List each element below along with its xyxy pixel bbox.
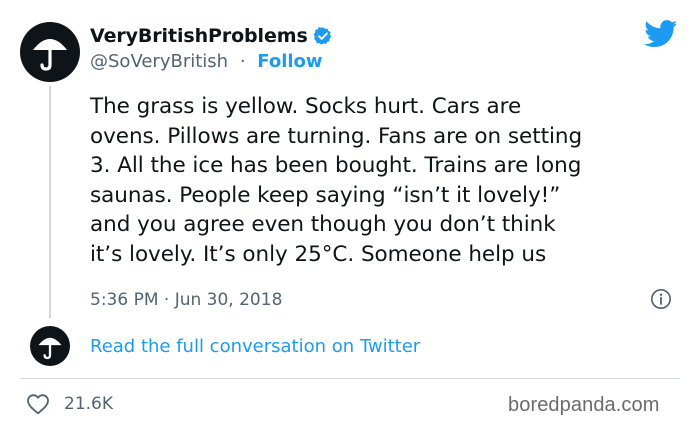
info-icon[interactable] <box>650 288 672 310</box>
thread-connector-line <box>49 86 51 318</box>
author-avatar[interactable] <box>20 22 80 82</box>
divider <box>20 378 680 379</box>
tweet-text-line: ovens. Pillows are turning. Fans are on … <box>90 123 583 149</box>
watermark: boredpanda.com <box>508 394 660 416</box>
conversation-avatar[interactable] <box>30 326 70 366</box>
verified-badge-icon <box>313 27 331 45</box>
follow-button[interactable]: Follow <box>257 51 322 72</box>
tweet-text-line: 3. All the ice has been bought. Trains a… <box>90 153 582 178</box>
tweet-text-line: The grass is yellow. Socks hurt. Cars ar… <box>90 94 522 119</box>
handle-separator: · <box>239 51 246 72</box>
tweet-text-line: saunas. People keep saying “isn’t it lov… <box>90 182 561 208</box>
umbrella-icon <box>38 337 62 359</box>
tweet-text-line: it’s lovely. It’s only 25°C. Someone hel… <box>90 241 547 267</box>
author-name-row[interactable]: VeryBritishProblems <box>90 24 333 48</box>
tweet-text-line: and you agree even though you don’t thin… <box>90 212 556 237</box>
tweet-timestamp[interactable]: 5:36 PM · Jun 30, 2018 <box>90 288 282 312</box>
author-handle-row: @SoVeryBritish · Follow <box>90 50 323 74</box>
author-handle[interactable]: @SoVeryBritish <box>90 51 228 72</box>
umbrella-icon <box>33 39 67 71</box>
read-conversation-link[interactable]: Read the full conversation on Twitter <box>90 335 420 359</box>
author-display-name[interactable]: VeryBritishProblems <box>90 25 308 47</box>
like-count[interactable]: 21.6K <box>64 392 113 416</box>
twitter-bird-icon[interactable] <box>644 20 678 48</box>
heart-icon[interactable] <box>26 393 50 415</box>
tweet-text: The grass is yellow. Socks hurt. Cars ar… <box>90 92 690 269</box>
